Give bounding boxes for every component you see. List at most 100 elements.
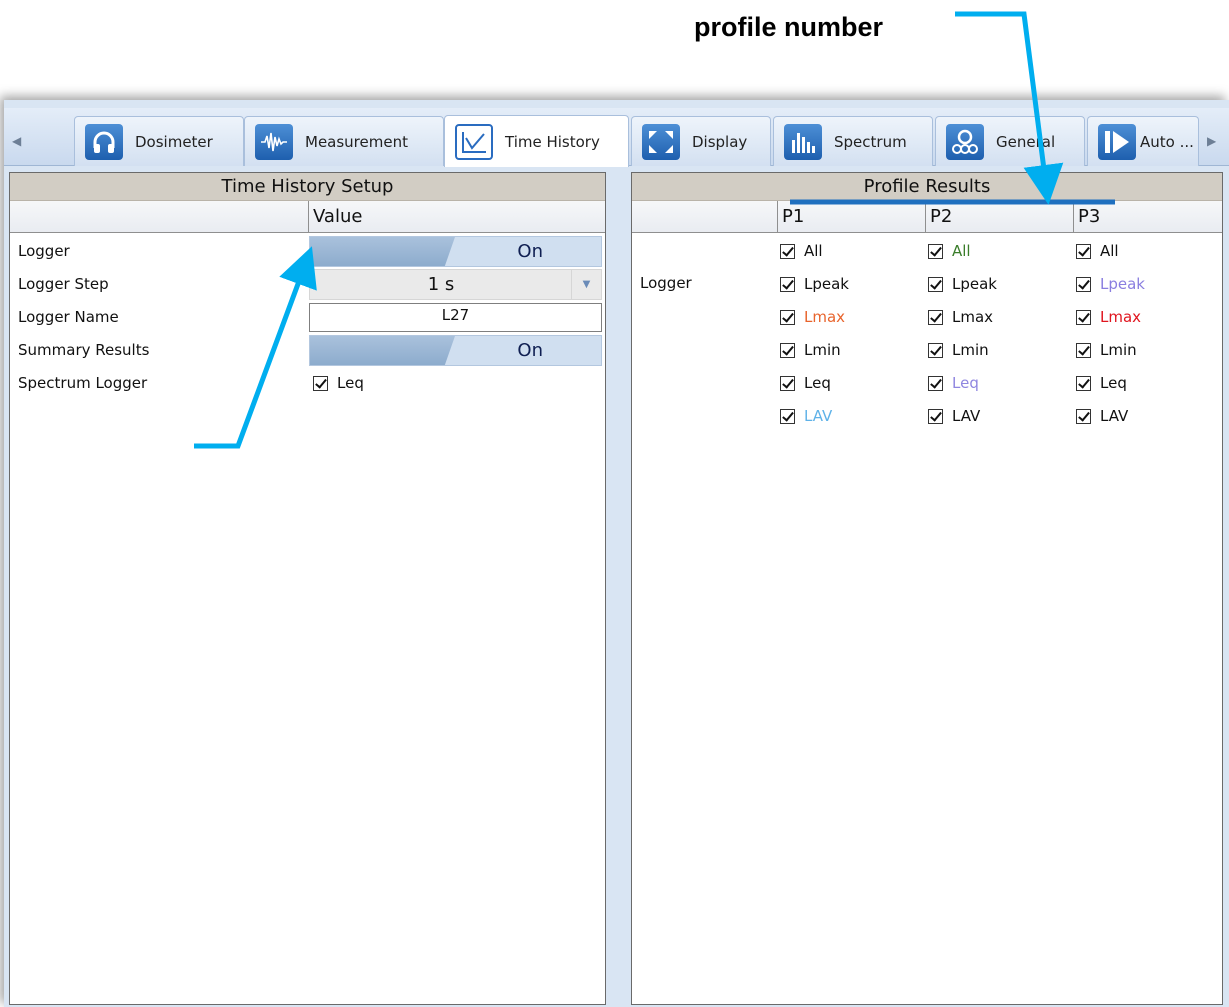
tab-display[interactable]: Display: [631, 116, 771, 166]
profile-checkbox[interactable]: Lmax: [780, 308, 845, 326]
checkbox-box[interactable]: [1076, 309, 1091, 325]
checkbox-label: Lpeak: [804, 275, 849, 293]
tab-scroll-left-icon[interactable]: ◀: [12, 134, 21, 148]
checkbox-box[interactable]: [1076, 276, 1091, 292]
checkbox-box[interactable]: [1076, 243, 1091, 259]
spectrum-logger-checkbox[interactable]: Leq: [313, 374, 364, 392]
checkbox-label: Lmax: [1100, 308, 1142, 326]
headphones-icon: [85, 123, 123, 160]
profile-checkbox-grid: All All All Lpeak Lpeak Lpeak Lmax Lmax Lmax Lmin…: [632, 235, 1222, 435]
summary-results-toggle[interactable]: On: [309, 335, 602, 366]
profile-checkbox[interactable]: All: [1076, 242, 1119, 260]
checkbox-label: LAV: [952, 407, 981, 425]
checkbox-box[interactable]: [780, 342, 795, 358]
profile-checkbox[interactable]: LAV: [1076, 407, 1128, 425]
profile-checkbox[interactable]: Lmin: [928, 341, 989, 359]
profile-checkbox[interactable]: Lmin: [1076, 341, 1137, 359]
column-header-p2: P2: [925, 201, 1073, 232]
profile-checkbox[interactable]: LAV: [780, 407, 832, 425]
tab-time-history[interactable]: Time History: [444, 115, 629, 167]
annotation-profile-number: profile number: [694, 12, 884, 42]
chevron-down-icon[interactable]: ▼: [571, 270, 601, 299]
checkbox-box[interactable]: [928, 375, 943, 391]
app-window: ◀ Dosimeter Measurement Time History Dis…: [4, 100, 1229, 1007]
profile-checkbox[interactable]: Lmax: [928, 308, 993, 326]
checkbox-label: Leq: [1100, 374, 1127, 392]
checkbox-box[interactable]: [1076, 375, 1091, 391]
checkbox-box[interactable]: [780, 375, 795, 391]
profile-checkbox[interactable]: Leq: [928, 374, 979, 392]
checkbox-box[interactable]: [313, 375, 328, 391]
checkbox-label: Lmin: [952, 341, 989, 359]
checkbox-box[interactable]: [780, 408, 795, 424]
checkbox-label: All: [1100, 242, 1119, 260]
checkbox-label: Lpeak: [1100, 275, 1145, 293]
tab-auto[interactable]: Auto ...: [1087, 116, 1199, 166]
tab-measurement[interactable]: Measurement: [244, 116, 444, 166]
row-label: Spectrum Logger: [18, 374, 148, 392]
row-label: Logger: [18, 242, 70, 260]
profile-checkbox[interactable]: All: [780, 242, 823, 260]
profile-checkbox[interactable]: Lmin: [780, 341, 841, 359]
checkbox-box[interactable]: [928, 276, 943, 292]
tab-label: Measurement: [305, 132, 408, 151]
column-header-p3: P3: [1073, 201, 1223, 232]
row-label: Summary Results: [18, 341, 150, 359]
profile-checkbox[interactable]: Leq: [1076, 374, 1127, 392]
panel-title: Profile Results: [632, 173, 1222, 201]
checkbox-box[interactable]: [928, 243, 943, 259]
tab-spectrum[interactable]: Spectrum: [773, 116, 933, 166]
logger-toggle[interactable]: On: [309, 236, 602, 267]
row-summary-results: Summary Results On: [10, 334, 605, 367]
panel-title: Time History Setup: [10, 173, 605, 201]
tab-general[interactable]: General: [935, 116, 1085, 166]
checkbox-box[interactable]: [1076, 408, 1091, 424]
checkbox-box[interactable]: [928, 309, 943, 325]
row-logger: Logger On: [10, 235, 605, 268]
spectrum-bars-icon: [784, 123, 822, 160]
logger-step-dropdown[interactable]: 1 s ▼: [309, 269, 602, 300]
time-history-setup-panel: Time History Setup Value Logger On Logge…: [9, 172, 606, 1005]
checkbox-label: LAV: [1100, 407, 1129, 425]
checkbox-box[interactable]: [780, 309, 795, 325]
row-label: Logger Step: [18, 275, 109, 293]
column-header-p1: P1: [777, 201, 925, 232]
checkbox-label: Lpeak: [952, 275, 997, 293]
checkbox-label: Lmin: [804, 341, 841, 359]
profile-checkbox[interactable]: Lpeak: [928, 275, 997, 293]
checkbox-label: Leq: [804, 374, 831, 392]
checkbox-label: Leq: [337, 374, 364, 392]
checkbox-label: Leq: [952, 374, 979, 392]
profile-checkbox[interactable]: LAV: [928, 407, 980, 425]
dropdown-value: 1 s: [427, 274, 455, 295]
waveform-icon: [255, 123, 293, 160]
tab-label: General: [996, 132, 1056, 151]
row-label: Logger Name: [18, 308, 119, 326]
checkbox-box[interactable]: [780, 243, 795, 259]
checkbox-label: LAV: [804, 407, 833, 425]
tab-label: Dosimeter: [135, 132, 213, 151]
checkbox-label: Lmin: [1100, 341, 1137, 359]
time-history-chart-icon: [455, 123, 493, 160]
profile-checkbox[interactable]: Lmax: [1076, 308, 1141, 326]
profile-checkbox[interactable]: Leq: [780, 374, 831, 392]
tab-scroll-right-icon[interactable]: ▶: [1207, 134, 1216, 148]
toggle-fill: [310, 336, 455, 365]
table-header: Value: [10, 201, 605, 233]
toggle-value: On: [517, 241, 543, 262]
tab-label: Auto ...: [1140, 132, 1194, 151]
checkbox-box[interactable]: [928, 408, 943, 424]
checkbox-box[interactable]: [780, 276, 795, 292]
profile-checkbox[interactable]: Lpeak: [780, 275, 849, 293]
profile-checkbox[interactable]: Lpeak: [1076, 275, 1145, 293]
tab-dosimeter[interactable]: Dosimeter: [74, 116, 244, 166]
checkbox-box[interactable]: [1076, 342, 1091, 358]
row-logger-name: Logger Name L27: [10, 301, 605, 334]
row-spectrum-logger: Spectrum Logger Leq: [10, 367, 605, 400]
checkbox-box[interactable]: [928, 342, 943, 358]
gears-icon: [946, 123, 984, 160]
table-header: P1 P2 P3: [632, 201, 1222, 233]
profile-checkbox[interactable]: All: [928, 242, 971, 260]
checkbox-label: Lmax: [952, 308, 994, 326]
logger-name-field[interactable]: L27: [309, 303, 602, 332]
